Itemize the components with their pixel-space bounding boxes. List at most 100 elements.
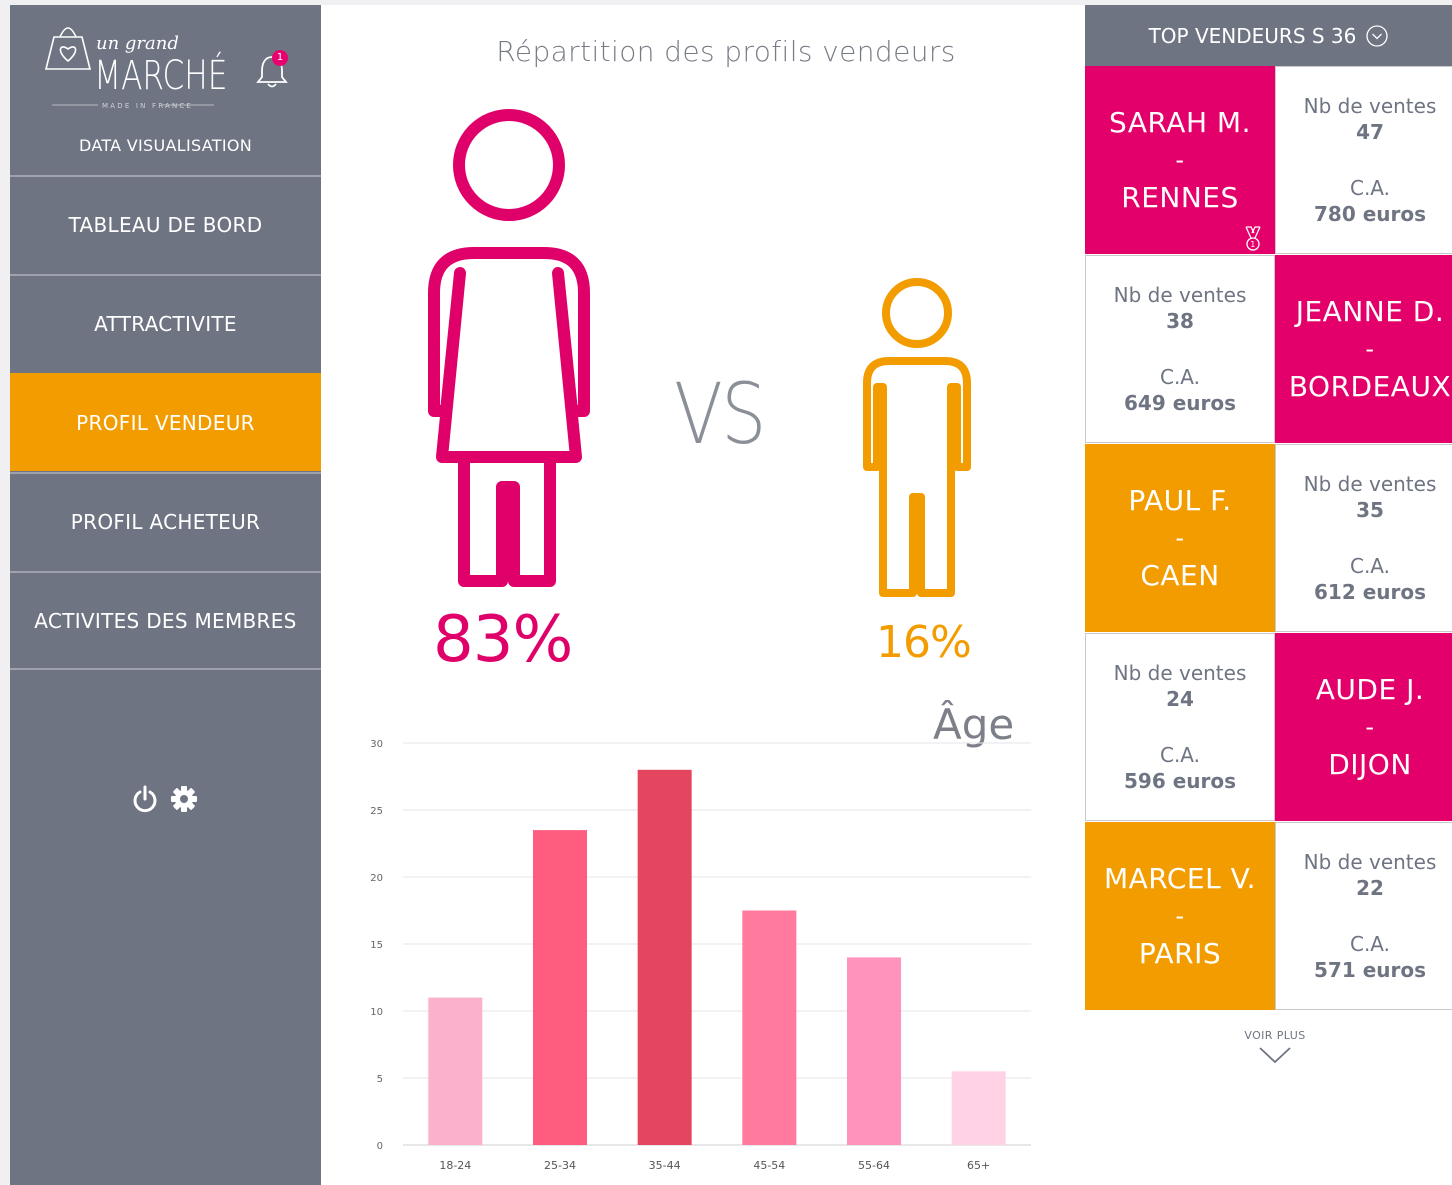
chevron-down-circle-icon[interactable] [1366,24,1389,47]
seller-name: SARAH M. [1109,106,1251,139]
chart-bar [847,957,901,1145]
sales-label: Nb de ventes [1303,850,1437,874]
chart-bar [428,997,483,1145]
svg-text:un grand: un grand [96,33,179,54]
sales-label: Nb de ventes [1303,94,1437,118]
chart-y-tick-label: 0 [377,1141,383,1152]
main-content: Répartition des profils vendeurs VS 83% … [321,5,1085,1185]
separator: - [1365,335,1375,363]
seller-stats-card: Nb de ventes 22 C.A. 571 euros [1275,822,1452,1010]
chart-bar [951,1071,1006,1145]
ca-value: 612 euros [1313,580,1427,604]
seller-stats-card: Nb de ventes 35 C.A. 612 euros [1275,444,1452,632]
seller-city: CAEN [1140,559,1220,592]
seller-city: PARIS [1138,937,1222,970]
sidebar-item-label: PROFIL VENDEUR [76,411,255,435]
chart-x-tick-label: 25-34 [544,1159,576,1172]
sidebar-item-label: ATTRACTIVITE [94,312,237,336]
top-sellers-panel: TOP VENDEURS S 36 SARAH M. - RENNES 1 Nb… [1085,5,1452,1185]
ca-value: 649 euros [1123,391,1237,415]
sidebar-item-profil-acheteur[interactable]: PROFIL ACHETEUR [10,472,321,570]
separator: - [1175,146,1185,174]
separator: - [1365,713,1375,741]
seller-city: DIJON [1328,748,1412,781]
vs-label: VS [674,365,766,463]
chart-bar [742,910,797,1145]
chart-x-tick-label: 18-24 [439,1159,471,1172]
sidebar-item-tableau-de-bord[interactable]: TABLEAU DE BORD [10,175,321,273]
ca-label: C.A. [1349,932,1390,956]
seller-name-card[interactable]: PAUL F. - CAEN [1085,444,1275,632]
svg-text:MARCHÉ: MARCHÉ [94,52,227,99]
chart-y-tick-label: 10 [370,1007,383,1018]
chart-y-tick-label: 20 [370,873,383,884]
seller-name: AUDE J. [1315,673,1425,706]
chart-y-tick-label: 5 [377,1074,383,1085]
chevron-down-icon [1259,1047,1291,1064]
brand-area: un grand MARCHÉ MADE IN FRANCE 1 DATA VI… [10,5,321,177]
top-sellers-title: TOP VENDEURS S 36 [1148,23,1357,48]
power-icon[interactable] [132,785,158,813]
sales-label: Nb de ventes [1303,472,1437,496]
sales-label: Nb de ventes [1113,661,1247,685]
sidebar-item-profil-vendeur[interactable]: PROFIL VENDEUR [10,373,321,471]
sales-value: 22 [1356,876,1384,900]
woman-icon [428,109,590,587]
seller-name-card[interactable]: MARCEL V. - PARIS [1085,822,1275,1010]
seller-name: MARCEL V. [1103,862,1257,895]
chart-bar [637,769,692,1145]
sales-value: 38 [1166,309,1194,333]
sidebar: un grand MARCHÉ MADE IN FRANCE 1 DATA VI… [10,5,321,1185]
ca-value: 596 euros [1123,769,1237,793]
sales-value: 24 [1166,687,1194,711]
ca-label: C.A. [1159,365,1200,389]
ca-label: C.A. [1159,743,1200,767]
child-icon [863,278,971,597]
ca-value: 780 euros [1313,202,1427,226]
sales-value: 35 [1356,498,1384,522]
seller-stats-card: Nb de ventes 38 C.A. 649 euros [1085,255,1275,443]
women-percentage: 83% [433,603,573,677]
seller-name-card[interactable]: SARAH M. - RENNES 1 [1085,66,1275,254]
chart-x-tick-label: 65+ [967,1159,990,1172]
logo[interactable]: un grand MARCHÉ MADE IN FRANCE [38,17,228,113]
chart-x-tick-label: 55-64 [858,1159,890,1172]
sidebar-item-attractivite[interactable]: ATTRACTIVITE [10,274,321,372]
chart-bar [533,830,587,1145]
seller-city: RENNES [1121,181,1239,214]
separator: - [1175,524,1185,552]
menu-divider [10,668,321,670]
seller-name-card[interactable]: AUDE J. - DIJON [1275,633,1452,821]
svg-text:MADE IN FRANCE: MADE IN FRANCE [102,102,193,110]
chart-y-tick-label: 25 [370,806,383,817]
separator: - [1175,902,1185,930]
chart-x-tick-label: 35-44 [649,1159,681,1172]
seller-stats-card: Nb de ventes 24 C.A. 596 euros [1085,633,1275,821]
gear-icon[interactable] [170,785,198,813]
app-subtitle: DATA VISUALISATION [78,136,253,155]
ca-value: 571 euros [1313,958,1427,982]
voir-plus-button[interactable]: VOIR PLUS [1085,1029,1452,1068]
page-title: Répartition des profils vendeurs [496,35,956,68]
seller-name-card[interactable]: JEANNE D. - BORDEAUX [1275,255,1452,443]
medal-icon: 1 [1245,226,1261,251]
notification-badge: 1 [272,50,288,66]
sales-value: 47 [1356,120,1384,144]
ca-label: C.A. [1349,176,1390,200]
seller-stats-card: Nb de ventes 47 C.A. 780 euros [1275,66,1452,254]
sidebar-item-label: PROFIL ACHETEUR [70,510,261,534]
svg-text:1: 1 [1250,240,1256,249]
seller-city: BORDEAUX [1288,370,1452,403]
top-sellers-grid: SARAH M. - RENNES 1 Nb de ventes 47 C.A.… [1085,66,1452,1012]
sidebar-item-activites-des-membres[interactable]: ACTIVITES DES MEMBRES [10,571,321,669]
age-bar-chart: 0 5 10 15 20 25 30 18-24 25-34 35-44 45-54 55-64 65+ [370,739,1031,1172]
top-sellers-header[interactable]: TOP VENDEURS S 36 [1085,5,1452,66]
sales-label: Nb de ventes [1113,283,1247,307]
chart-y-tick-label: 30 [370,739,383,750]
voir-plus-label: VOIR PLUS [1244,1029,1306,1042]
ca-label: C.A. [1349,554,1390,578]
seller-name: PAUL F. [1128,484,1232,517]
seller-name: JEANNE D. [1295,295,1445,328]
chart-y-tick-label: 15 [370,940,383,951]
chart-x-tick-label: 45-54 [753,1159,785,1172]
